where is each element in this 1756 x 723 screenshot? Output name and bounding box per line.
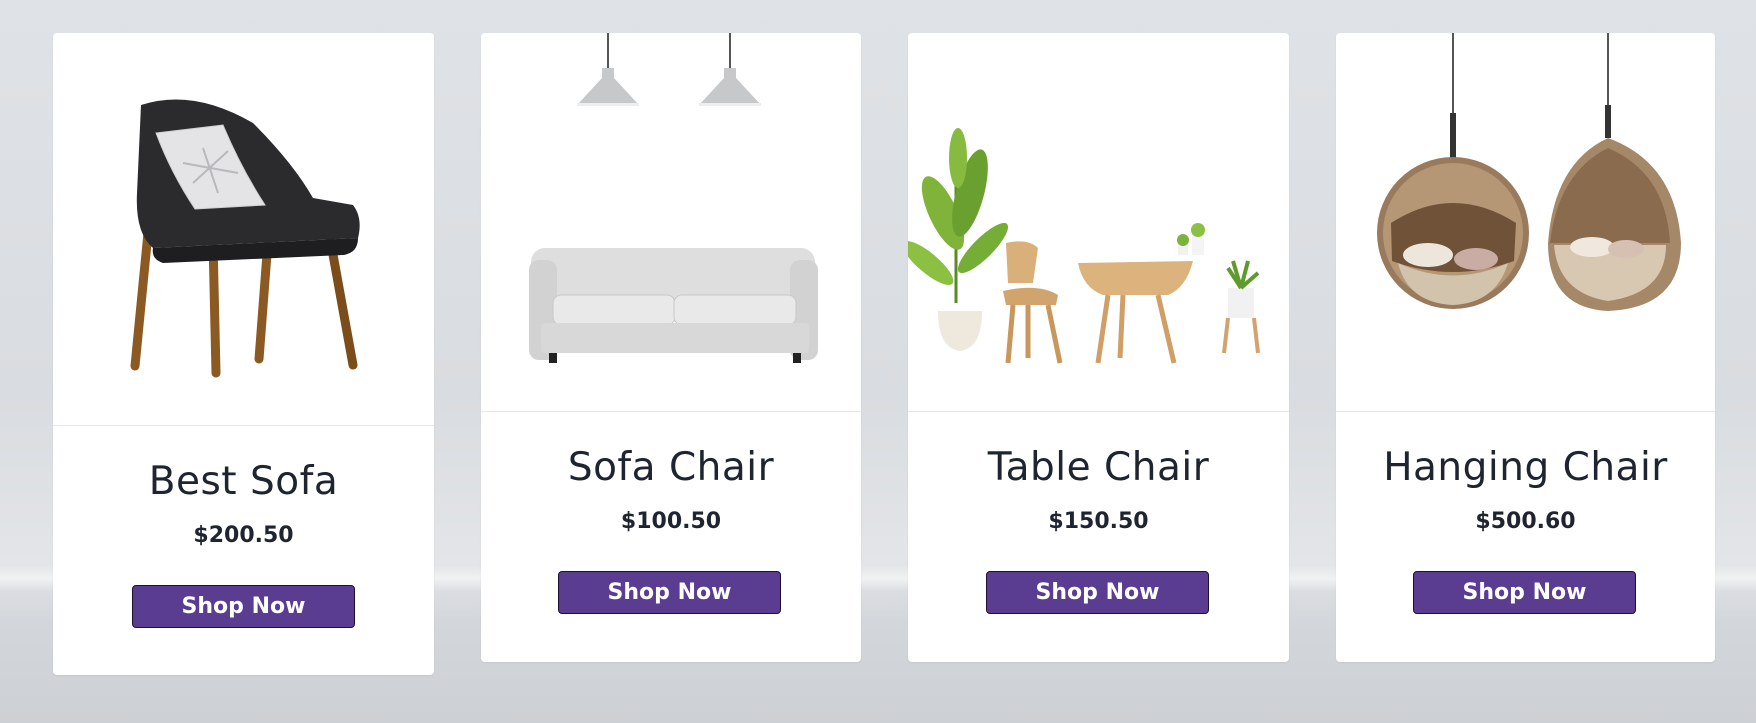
- product-image: [1336, 33, 1715, 412]
- product-card: Best Sofa $200.50 Shop Now: [53, 33, 434, 675]
- product-card: Table Chair $150.50 Shop Now: [908, 33, 1289, 662]
- white-sofa-image: [529, 33, 818, 363]
- product-price: $100.50: [620, 509, 722, 534]
- product-title: Best Sofa: [148, 459, 339, 504]
- product-title: Table Chair: [987, 445, 1210, 490]
- product-image: [53, 33, 434, 426]
- product-title: Sofa Chair: [567, 445, 775, 490]
- product-card: Sofa Chair $100.50 Shop Now: [481, 33, 861, 662]
- product-image: [908, 33, 1289, 412]
- shop-now-button[interactable]: Shop Now: [1413, 571, 1636, 614]
- black-chair-image: [130, 99, 360, 378]
- shop-now-button[interactable]: Shop Now: [558, 571, 781, 614]
- shop-now-button[interactable]: Shop Now: [132, 585, 355, 628]
- product-card: Hanging Chair $500.60 Shop Now: [1336, 33, 1715, 662]
- product-image: [481, 33, 861, 412]
- product-title: Hanging Chair: [1383, 445, 1668, 490]
- product-price: $500.60: [1475, 509, 1576, 534]
- hanging-chair-image: [1377, 33, 1681, 311]
- table-chair-image: [908, 128, 1260, 364]
- shop-now-button[interactable]: Shop Now: [986, 571, 1209, 614]
- product-price: $150.50: [1048, 509, 1149, 534]
- product-price: $200.50: [193, 523, 294, 548]
